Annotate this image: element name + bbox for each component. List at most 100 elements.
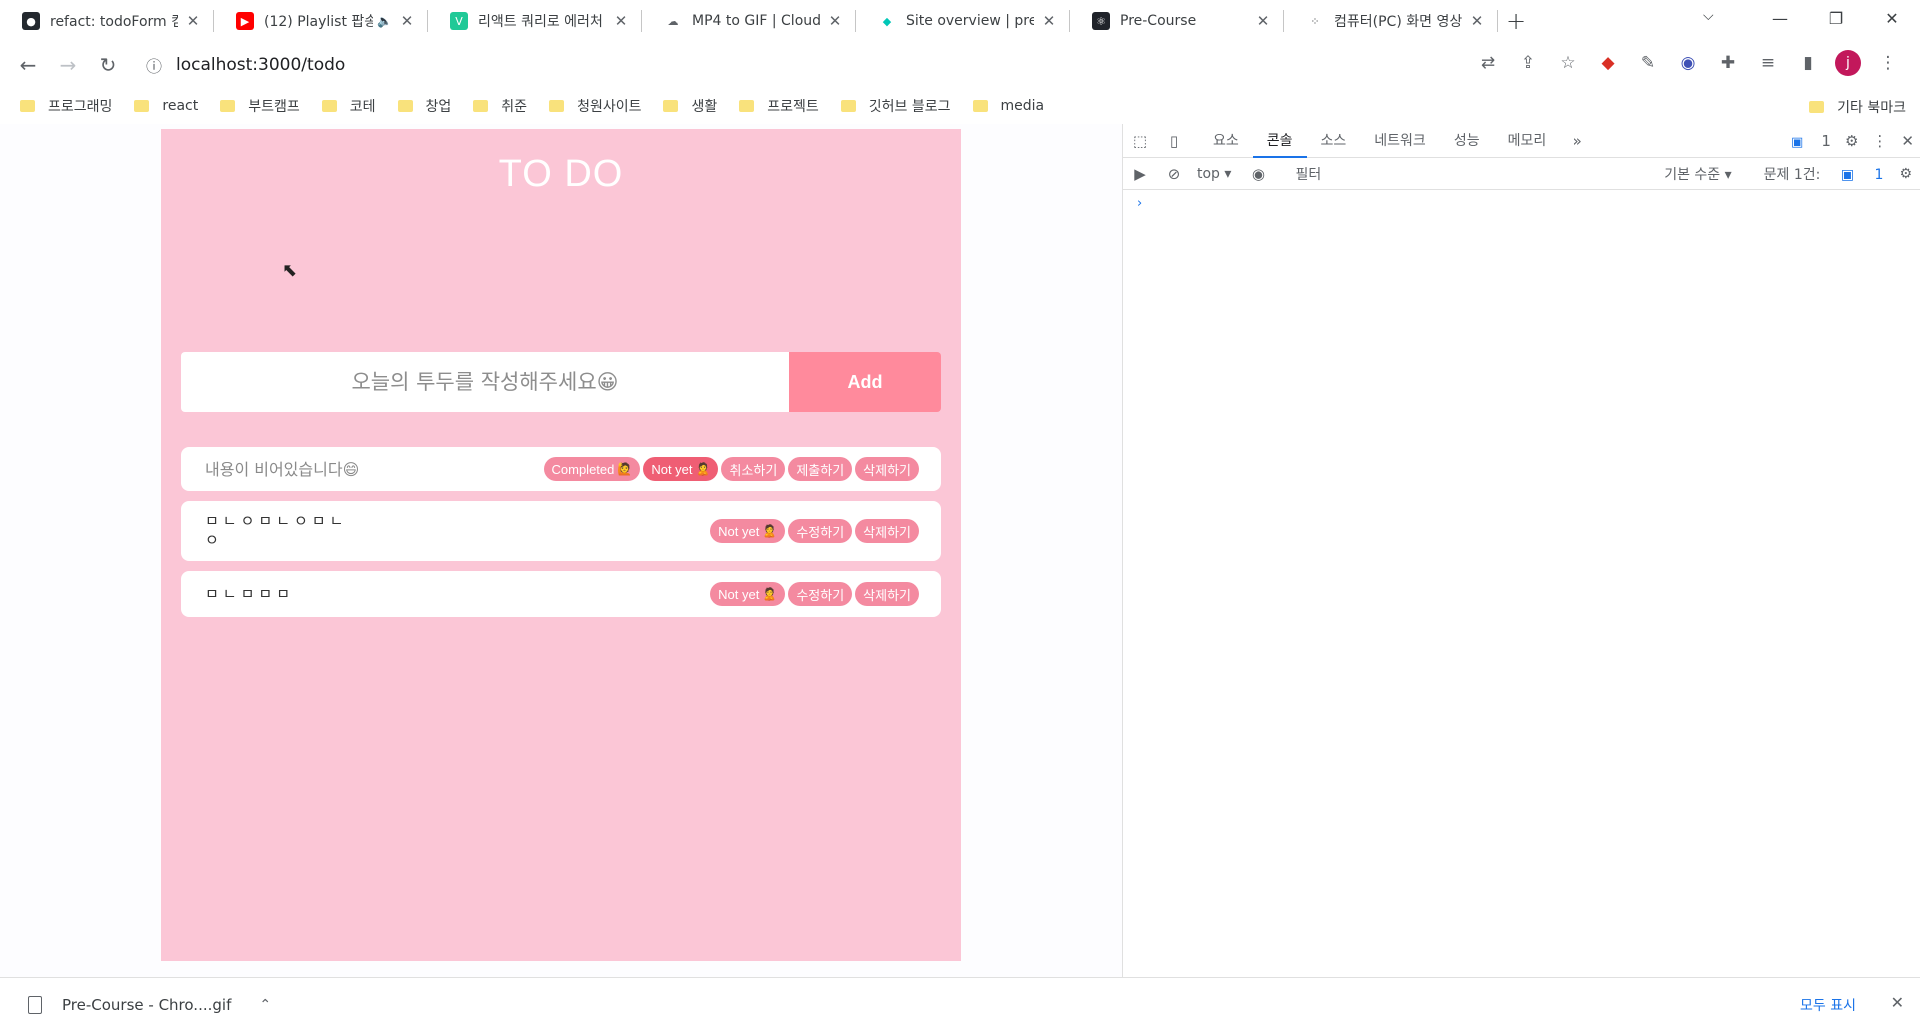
tab-close-icon[interactable]: ✕ [1468, 12, 1486, 30]
tab-title: 컴퓨터(PC) 화면 영상 [1334, 14, 1462, 30]
reading-list-icon[interactable]: ≡ [1748, 53, 1788, 73]
bookmark-label: 청원사이트 [577, 99, 642, 115]
todo-action-button[interactable]: 수정하기 [788, 519, 853, 543]
bookmark-item[interactable]: 코테 [321, 96, 376, 116]
bookmark-item[interactable]: 창업 [397, 96, 451, 116]
todo-action-button[interactable]: 제출하기 [788, 457, 853, 481]
bookmark-star-icon[interactable]: ☆ [1548, 53, 1588, 73]
browser-tab[interactable]: ⚛ Pre-Course ✕ [1070, 0, 1284, 42]
reload-icon[interactable]: ↻ [88, 53, 128, 77]
tab-close-icon[interactable]: ✕ [398, 12, 416, 30]
devtools-menu-icon[interactable]: ⋮ [1872, 132, 1887, 150]
todo-action-button[interactable]: Not yet 🙎 [643, 457, 719, 481]
devtools-tab[interactable]: 네트워크 [1360, 124, 1440, 158]
extension-red-icon[interactable]: ◆ [1588, 53, 1628, 73]
side-panel-icon[interactable]: ▮ [1788, 53, 1828, 73]
bookmark-item[interactable]: media [972, 96, 1044, 116]
console-prompt[interactable]: › [1123, 190, 1920, 217]
extension-pen-icon[interactable]: ✎ [1628, 53, 1668, 73]
bookmark-item[interactable]: 프로그래밍 [20, 96, 112, 116]
devtools-tab[interactable]: 요소 [1199, 124, 1253, 158]
todo-action-button[interactable]: 수정하기 [788, 582, 853, 606]
todo-action-button[interactable]: 삭제하기 [855, 582, 919, 606]
context-selector[interactable]: top ▾ [1197, 166, 1231, 182]
tab-close-icon[interactable]: ✕ [1040, 12, 1058, 30]
todo-input[interactable] [181, 352, 789, 412]
translate-icon[interactable]: ⇄ [1468, 53, 1508, 73]
devtools-panel: ⬚ ▯ 요소 콘솔 소스 네트워크 성능 메모리 » ▣ 1 ⚙ ⋮ ✕ ▶ ⊘ top … [1122, 124, 1920, 977]
live-expression-eye-icon[interactable]: ◉ [1241, 165, 1275, 183]
todo-action-label: 취소하기 [729, 462, 778, 478]
console-filter-input[interactable]: 필터 [1295, 164, 1321, 184]
close-shelf-icon[interactable]: ✕ [1891, 993, 1904, 1012]
devtools-tab[interactable]: 소스 [1307, 124, 1361, 158]
add-button[interactable]: Add [789, 352, 941, 412]
avatar[interactable]: j [1835, 50, 1861, 76]
restore-icon[interactable]: ❐ [1808, 9, 1864, 28]
extension-reader-icon[interactable]: ◉ [1668, 53, 1708, 73]
tab-close-icon[interactable]: ✕ [612, 12, 630, 30]
browser-tab[interactable]: ⁘ 컴퓨터(PC) 화면 영상 ✕ [1284, 0, 1498, 42]
bookmark-item[interactable]: react [134, 96, 198, 116]
tab-close-icon[interactable]: ✕ [826, 12, 844, 30]
new-tab-button[interactable]: + [1498, 7, 1534, 35]
chevron-up-icon[interactable]: ⌃ [259, 997, 271, 1013]
back-icon[interactable]: ← [8, 53, 48, 77]
devtools-tab[interactable]: 메모리 [1494, 124, 1561, 158]
todo-action-button[interactable]: Completed 🙋 [543, 457, 641, 481]
bookmark-list: 프로그래밍 react 부트캠프 코테 창업 취준 청원사이트 생활 프로젝트 깃허브 블로그 me… [20, 96, 1066, 116]
browser-tab[interactable]: V 리액트 쿼리로 에러처 ✕ [428, 0, 642, 42]
other-bookmarks[interactable]: 기타 북마크 [1809, 97, 1906, 117]
console-sidebar-icon[interactable]: ▶ [1123, 165, 1157, 183]
bookmark-item[interactable]: 취준 [473, 96, 527, 116]
devtools-tab[interactable]: 성능 [1440, 124, 1494, 158]
browser-tab[interactable]: ▶ (12) Playlist 팝송 🔈 ✕ [214, 0, 428, 42]
tab-close-icon[interactable]: ✕ [184, 12, 202, 30]
inspect-element-icon[interactable]: ⬚ [1123, 132, 1157, 150]
tab-search-chevron-icon[interactable]: ⌵ [1703, 8, 1714, 24]
todo-action-button[interactable]: 삭제하기 [855, 457, 919, 481]
more-tabs-icon[interactable]: » [1560, 132, 1594, 150]
extensions-puzzle-icon[interactable]: ✚ [1708, 53, 1748, 73]
bookmark-item[interactable]: 프로젝트 [739, 96, 819, 116]
bookmark-item[interactable]: 부트캠프 [220, 96, 300, 116]
audio-playing-icon[interactable]: 🔈 [377, 14, 392, 28]
console-settings-gear-icon[interactable]: ⚙ [1899, 166, 1912, 182]
browser-tab[interactable]: ◆ Site overview | pre-c ✕ [856, 0, 1070, 42]
tab-close-icon[interactable]: ✕ [1254, 12, 1272, 30]
forward-icon[interactable]: → [48, 53, 88, 77]
share-icon[interactable]: ⇪ [1508, 53, 1548, 73]
todo-item: ㅁㄴㅇㅁㄴㅇㅁㄴ ㅇ Not yet 🙎 수정하기 삭제하기 [181, 501, 941, 561]
todo-form: Add [181, 352, 941, 412]
site-info-icon[interactable]: ⓘ [142, 53, 166, 77]
devtools-close-icon[interactable]: ✕ [1901, 132, 1914, 150]
device-toolbar-icon[interactable]: ▯ [1157, 132, 1191, 150]
tab-title: 리액트 쿼리로 에러처 [478, 14, 603, 30]
file-icon [28, 996, 42, 1014]
todo-action-label: Not yet [651, 461, 693, 477]
settings-gear-icon[interactable]: ⚙ [1845, 132, 1858, 150]
issues-link[interactable]: 문제 1건: ▣ 1 [1748, 164, 1884, 184]
tab-strip: ● refact: todoForm 컴포 ✕ ▶ (12) Playlist 팝송🔈 ✕… [0, 0, 1920, 42]
browser-tab[interactable]: ● refact: todoForm 컴포 ✕ [0, 0, 214, 42]
menu-kebab-icon[interactable]: ⋮ [1868, 53, 1908, 73]
show-all-downloads-link[interactable]: 모두 표시 [1800, 995, 1856, 1015]
bookmark-item[interactable]: 생활 [663, 96, 717, 116]
clear-console-icon[interactable]: ⊘ [1157, 165, 1191, 183]
devtools-tab[interactable]: 콘솔 [1252, 124, 1307, 158]
address-bar[interactable]: ⓘ localhost:3000/todo [142, 49, 1412, 81]
download-filename[interactable]: Pre-Course - Chro....gif [62, 996, 231, 1014]
todo-action-button[interactable]: Not yet 🙎 [710, 582, 786, 606]
netlify-icon: ◆ [882, 14, 892, 28]
todo-action-emoji: 🙎 [762, 587, 778, 601]
issues-badge[interactable]: ▣ 1 [1791, 132, 1831, 150]
todo-action-button[interactable]: Not yet 🙎 [710, 519, 786, 543]
log-level-dropdown[interactable]: 기본 수준 ▾ [1648, 164, 1731, 184]
close-window-icon[interactable]: ✕ [1864, 9, 1920, 28]
bookmark-item[interactable]: 청원사이트 [549, 96, 641, 116]
todo-action-button[interactable]: 삭제하기 [855, 519, 919, 543]
minimize-icon[interactable]: — [1752, 9, 1808, 28]
bookmark-item[interactable]: 깃허브 블로그 [840, 96, 951, 116]
browser-tab[interactable]: ☁ MP4 to GIF | CloudC ✕ [642, 0, 856, 42]
todo-action-button[interactable]: 취소하기 [721, 457, 786, 481]
